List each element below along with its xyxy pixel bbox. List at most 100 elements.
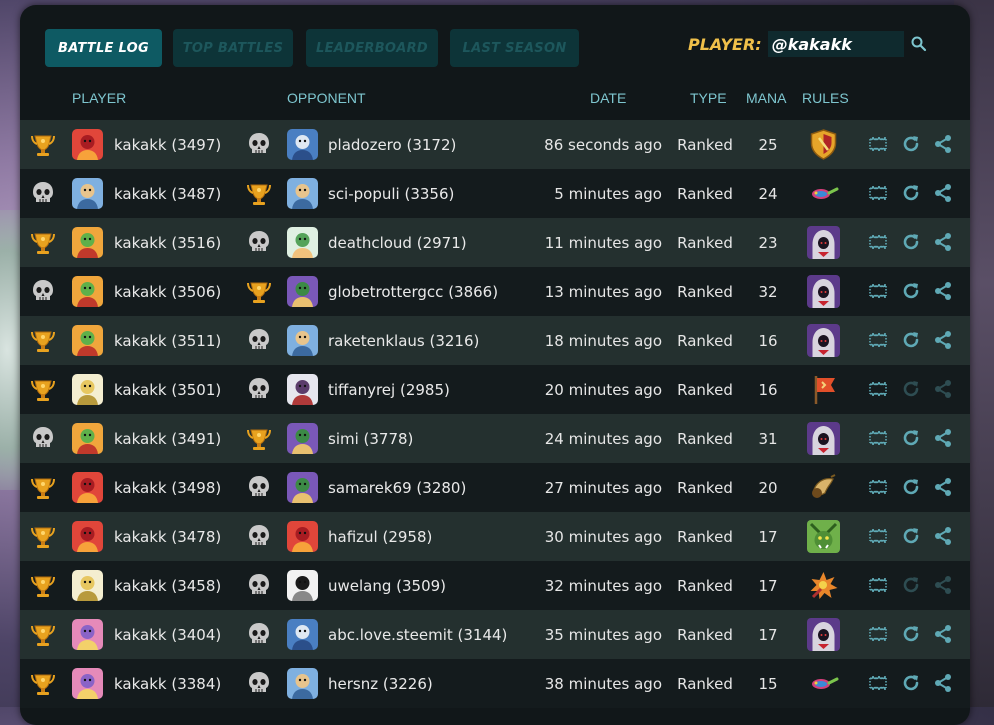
opponent-name[interactable]: tiffanyrej (2985) [328, 365, 450, 414]
battle-details-icon[interactable] [867, 427, 889, 449]
player-name[interactable]: kakakk (3491) [114, 414, 221, 463]
replay-icon[interactable] [900, 280, 922, 302]
search-icon[interactable] [910, 35, 928, 53]
snake-rule-icon[interactable] [807, 667, 840, 700]
opponent-avatar[interactable] [287, 668, 318, 699]
header-opponent[interactable]: OPPONENT [287, 90, 366, 106]
opponent-name[interactable]: sci-populi (3356) [328, 169, 454, 218]
share-icon[interactable] [932, 182, 954, 204]
opponent-avatar[interactable] [287, 521, 318, 552]
tab-leaderboard[interactable]: LEADERBOARD [306, 29, 438, 67]
replay-icon[interactable] [900, 182, 922, 204]
opponent-name[interactable]: globetrottergcc (3866) [328, 267, 498, 316]
player-avatar[interactable] [72, 472, 103, 503]
tab-last-season[interactable]: LAST SEASON [450, 29, 579, 67]
opponent-avatar[interactable] [287, 472, 318, 503]
player-avatar[interactable] [72, 178, 103, 209]
replay-icon[interactable] [900, 329, 922, 351]
share-icon[interactable] [932, 476, 954, 498]
opponent-name[interactable]: simi (3778) [328, 414, 413, 463]
share-icon[interactable] [932, 623, 954, 645]
battle-details-icon[interactable] [867, 378, 889, 400]
header-date[interactable]: DATE [590, 90, 626, 106]
hooded-rule-icon[interactable] [807, 422, 840, 455]
opponent-name[interactable]: samarek69 (3280) [328, 463, 466, 512]
player-search-input[interactable] [767, 31, 904, 57]
opponent-avatar[interactable] [287, 129, 318, 160]
player-avatar[interactable] [72, 227, 103, 258]
player-name[interactable]: kakakk (3487) [114, 169, 221, 218]
header-mana[interactable]: MANA [746, 90, 786, 106]
battle-details-icon[interactable] [867, 329, 889, 351]
share-icon[interactable] [932, 133, 954, 155]
share-icon[interactable] [932, 525, 954, 547]
opponent-avatar[interactable] [287, 374, 318, 405]
opponent-name[interactable]: hersnz (3226) [328, 659, 433, 708]
hooded-rule-icon[interactable] [807, 275, 840, 308]
explosion-rule-icon[interactable] [807, 569, 840, 602]
share-icon[interactable] [932, 231, 954, 253]
hooded-rule-icon[interactable] [807, 324, 840, 357]
header-type[interactable]: TYPE [690, 90, 727, 106]
header-player[interactable]: PLAYER [72, 90, 126, 106]
tab-battle-log[interactable]: BATTLE LOG [45, 29, 162, 67]
battle-details-icon[interactable] [867, 574, 889, 596]
replay-icon[interactable] [900, 476, 922, 498]
player-name[interactable]: kakakk (3497) [114, 120, 221, 169]
replay-icon[interactable] [900, 623, 922, 645]
share-icon[interactable] [932, 672, 954, 694]
player-name[interactable]: kakakk (3506) [114, 267, 221, 316]
replay-icon[interactable] [900, 427, 922, 449]
opponent-name[interactable]: raketenklaus (3216) [328, 316, 479, 365]
shield-rule-icon[interactable] [807, 128, 840, 161]
horn-rule-icon[interactable] [807, 471, 840, 504]
replay-icon[interactable] [900, 525, 922, 547]
player-avatar[interactable] [72, 521, 103, 552]
opponent-avatar[interactable] [287, 570, 318, 601]
player-name[interactable]: kakakk (3511) [114, 316, 221, 365]
share-icon[interactable] [932, 329, 954, 351]
opponent-avatar[interactable] [287, 276, 318, 307]
opponent-name[interactable]: deathcloud (2971) [328, 218, 467, 267]
opponent-name[interactable]: uwelang (3509) [328, 561, 446, 610]
player-name[interactable]: kakakk (3516) [114, 218, 221, 267]
player-name[interactable]: kakakk (3498) [114, 463, 221, 512]
player-avatar[interactable] [72, 668, 103, 699]
opponent-name[interactable]: abc.love.steemit (3144) [328, 610, 507, 659]
battle-details-icon[interactable] [867, 525, 889, 547]
battle-details-icon[interactable] [867, 623, 889, 645]
opponent-name[interactable]: pladozero (3172) [328, 120, 456, 169]
header-rules[interactable]: RULES [802, 90, 849, 106]
player-name[interactable]: kakakk (3501) [114, 365, 221, 414]
player-name[interactable]: kakakk (3478) [114, 512, 221, 561]
replay-icon[interactable] [900, 672, 922, 694]
orc-rule-icon[interactable] [807, 520, 840, 553]
battle-details-icon[interactable] [867, 280, 889, 302]
battle-details-icon[interactable] [867, 133, 889, 155]
hooded-rule-icon[interactable] [807, 226, 840, 259]
opponent-name[interactable]: hafizul (2958) [328, 512, 432, 561]
player-avatar[interactable] [72, 619, 103, 650]
tab-top-battles[interactable]: TOP BATTLES [173, 29, 293, 67]
share-icon[interactable] [932, 280, 954, 302]
player-name[interactable]: kakakk (3384) [114, 659, 221, 708]
share-icon[interactable] [932, 427, 954, 449]
battle-details-icon[interactable] [867, 672, 889, 694]
player-avatar[interactable] [72, 129, 103, 160]
opponent-avatar[interactable] [287, 325, 318, 356]
opponent-avatar[interactable] [287, 227, 318, 258]
snake-rule-icon[interactable] [807, 177, 840, 210]
battle-details-icon[interactable] [867, 476, 889, 498]
player-name[interactable]: kakakk (3458) [114, 561, 221, 610]
player-avatar[interactable] [72, 570, 103, 601]
battle-details-icon[interactable] [867, 182, 889, 204]
player-avatar[interactable] [72, 276, 103, 307]
flag-rule-icon[interactable] [807, 373, 840, 406]
replay-icon[interactable] [900, 231, 922, 253]
hooded-rule-icon[interactable] [807, 618, 840, 651]
player-avatar[interactable] [72, 374, 103, 405]
player-avatar[interactable] [72, 325, 103, 356]
opponent-avatar[interactable] [287, 619, 318, 650]
battle-details-icon[interactable] [867, 231, 889, 253]
player-name[interactable]: kakakk (3404) [114, 610, 221, 659]
